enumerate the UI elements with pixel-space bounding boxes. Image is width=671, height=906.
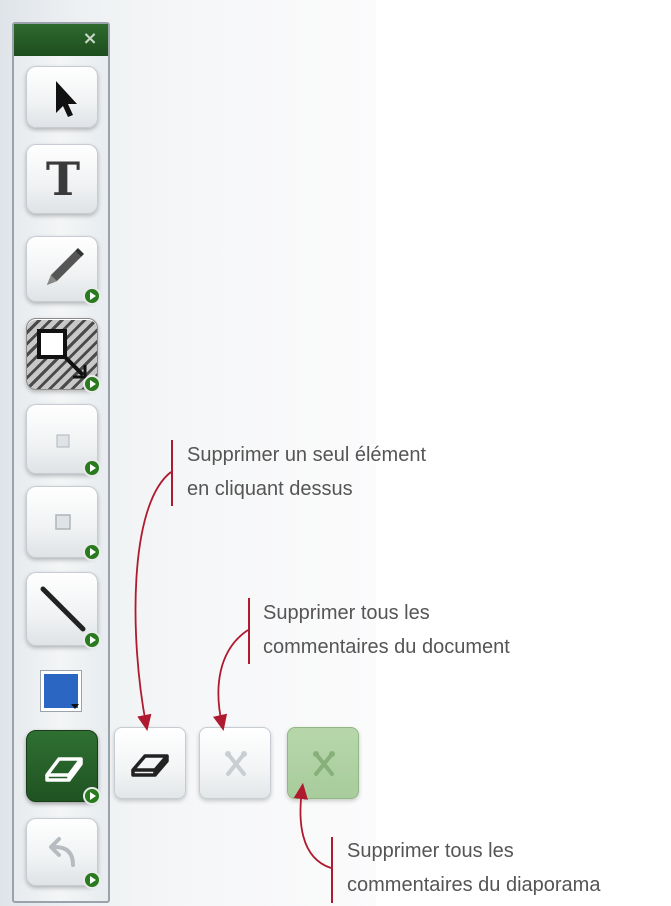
- callout-line: en cliquant dessus: [187, 478, 353, 500]
- pen-tool-button[interactable]: [26, 236, 101, 305]
- submenu-indicator-icon: [83, 543, 101, 561]
- delete-cross-icon: [225, 751, 247, 776]
- callout-marker-single: [171, 440, 173, 506]
- toolbar-title-bar[interactable]: ×: [14, 24, 108, 56]
- callout-line: Supprimer tous les: [263, 602, 430, 624]
- erase-single-element-button[interactable]: [114, 727, 186, 799]
- arrow-cursor-icon: [56, 81, 77, 117]
- line-tool-button[interactable]: [26, 572, 101, 649]
- callout-line: commentaires du diaporama: [347, 874, 601, 896]
- callout-line: commentaires du document: [263, 636, 510, 658]
- submenu-indicator-icon: [83, 631, 101, 649]
- eraser-tool-button[interactable]: [26, 730, 101, 805]
- callout-line: Supprimer tous les: [347, 840, 514, 862]
- annotation-toolbar: × T: [12, 22, 110, 903]
- screenshot-stage: × T Supprimer un seul élément en cliquan…: [0, 0, 671, 906]
- submenu-indicator-icon: [83, 787, 101, 805]
- callout-line: Supprimer un seul élément: [187, 444, 427, 466]
- callout-erase-single: Supprimer un seul élément en cliquant de…: [187, 438, 426, 506]
- submenu-indicator-icon: [83, 459, 101, 477]
- submenu-indicator-icon: [83, 287, 101, 305]
- close-icon[interactable]: ×: [80, 28, 100, 50]
- shape-tool-1-button[interactable]: [26, 404, 101, 477]
- shape-tool-2-button[interactable]: [26, 486, 101, 561]
- callout-marker-document: [248, 598, 250, 664]
- delete-all-slideshow-comments-button[interactable]: [287, 727, 359, 799]
- text-t-icon: T: [45, 152, 81, 206]
- delete-cross-icon: [313, 751, 335, 776]
- submenu-indicator-icon: [83, 375, 101, 393]
- submenu-indicator-icon: [83, 871, 101, 889]
- callout-marker-slideshow: [331, 837, 333, 903]
- delete-all-document-comments-button[interactable]: [199, 727, 271, 799]
- undo-tool-button[interactable]: [26, 818, 101, 889]
- text-tool-button[interactable]: T: [26, 144, 98, 214]
- selection-rectangle-tool-button[interactable]: [26, 318, 101, 393]
- callout-delete-slideshow: Supprimer tous les commentaires du diapo…: [347, 834, 600, 902]
- callout-delete-document: Supprimer tous les commentaires du docum…: [263, 596, 510, 664]
- color-picker-button[interactable]: [40, 670, 82, 712]
- select-tool-button[interactable]: [26, 66, 98, 128]
- color-swatch-icon: [44, 674, 78, 708]
- chevron-down-icon: [71, 704, 79, 709]
- eraser-icon: [131, 754, 169, 777]
